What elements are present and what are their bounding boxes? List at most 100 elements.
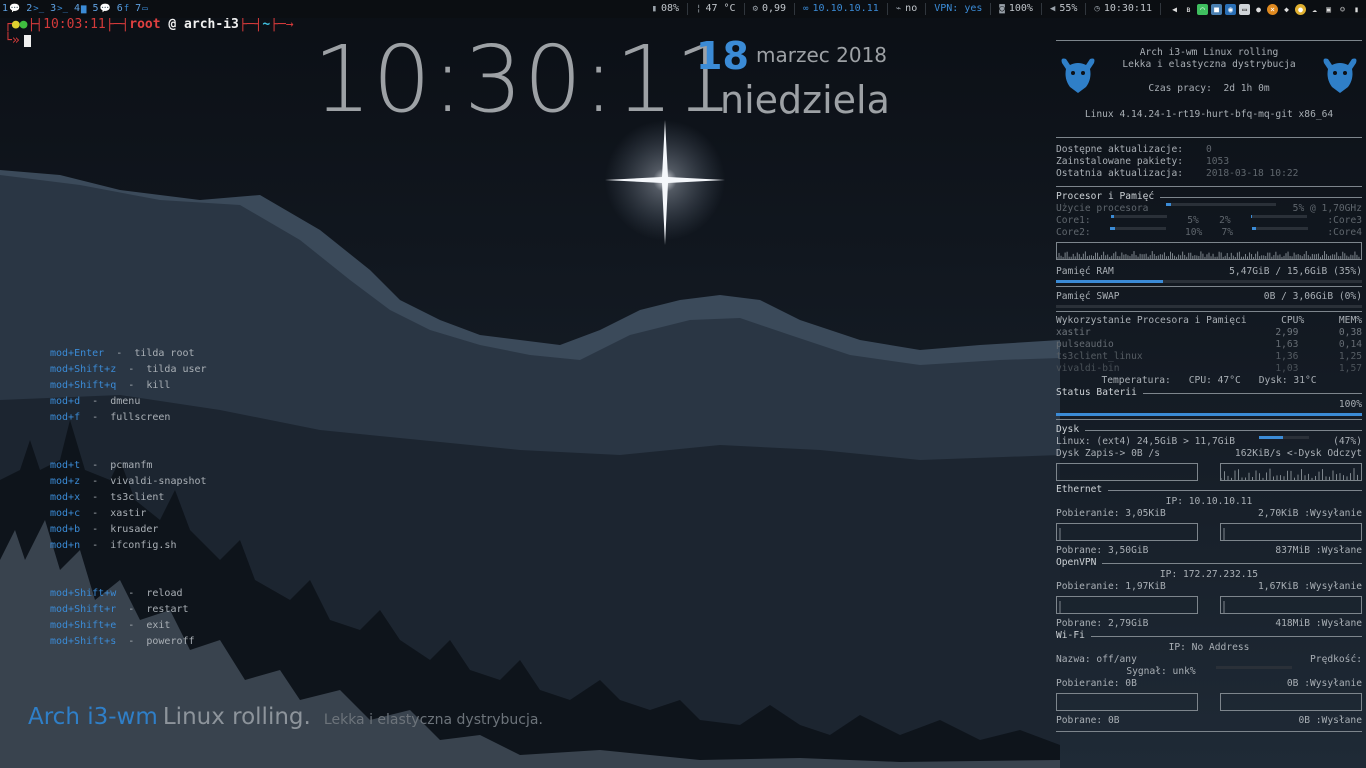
network-tray-icon[interactable]: ▭: [1239, 3, 1250, 15]
update-row: Dostępne aktualizacje: 0: [1056, 144, 1212, 155]
workspace-6[interactable]: 6f: [117, 0, 129, 18]
volume-status[interactable]: ◀ 55%: [1050, 0, 1077, 18]
conky-subtitle: Lekka i elastyczna dystrybucja: [1122, 59, 1296, 70]
divider: [1056, 186, 1362, 187]
workspace-7[interactable]: 7 ▭: [135, 0, 147, 18]
battery-row: 100%: [1338, 399, 1362, 410]
kernel-line: Linux 4.14.24-1-rt19-hurt-bfq-mq-git x86…: [1084, 109, 1334, 120]
prompt-line: ┌●●├┤10:03:11├─┤root @ arch-i3├─┤~├─→: [4, 17, 294, 32]
vpn-total-row: Pobrane: 2,79GiB 418MiB :Wysłane: [1056, 618, 1362, 629]
divider: [1056, 731, 1362, 732]
vpn-up-graph: [1220, 596, 1362, 614]
ip-status: ∞ 10.10.10.11: [803, 0, 879, 18]
teamspeak-tray-icon[interactable]: ◉: [1225, 3, 1236, 15]
lock-tray-icon[interactable]: ▣: [1323, 4, 1334, 15]
disk-read-graph: [1220, 463, 1362, 481]
duck-tray-icon[interactable]: ●: [1295, 3, 1306, 15]
workspace-4[interactable]: 4 ▆: [74, 0, 86, 18]
ram-bar: [1056, 280, 1362, 283]
core-bar: [1252, 227, 1309, 230]
separator: [1085, 3, 1087, 15]
separator: [1160, 3, 1161, 15]
date-weekday: niedziela: [720, 78, 890, 122]
person-tray-icon[interactable]: ☺: [1337, 4, 1348, 15]
wifi-name-row: Nazwa: off/any Prędkość:: [1056, 654, 1362, 665]
updates-section: Dostępne aktualizacje: 0 Zainstalowane pak…: [1056, 144, 1362, 180]
disk-write-graph: [1056, 463, 1198, 481]
date-day: 18: [696, 34, 749, 78]
battery-icon: ▮: [651, 4, 657, 14]
conky-panel: Arch i3-wm Linux rolling Lekka i elastyc…: [1056, 40, 1362, 732]
keybind-row: mod+Shift+z - tilda user: [50, 364, 207, 375]
keybind-group-2: mod+t - pcmanfm mod+z - vivaldi-snapshot m…: [50, 458, 207, 554]
terminal-icon: >_: [57, 4, 68, 14]
wifi-ip: IP: No Address: [1168, 642, 1250, 653]
divider: [1090, 635, 1362, 637]
ethernet-graphs: [1056, 523, 1362, 541]
ethernet-up-graph: [1220, 523, 1362, 541]
cpu-graph: [1056, 242, 1362, 260]
divider: [1056, 419, 1362, 420]
process-header: Wykorzystanie Procesora i Pamięci CPU% ME…: [1056, 315, 1362, 326]
wifi-down-graph: [1056, 693, 1198, 711]
clock-status: ◷ 10:30:11: [1094, 0, 1152, 18]
ghost-tray-icon[interactable]: ◠: [1197, 3, 1208, 15]
bluetooth-tray-icon[interactable]: ʙ: [1183, 4, 1194, 15]
divider: [1056, 286, 1362, 287]
keybind-row: mod+f - fullscreen: [50, 412, 171, 423]
speaker-icon: ◀: [1049, 4, 1056, 14]
wifi-up-graph: [1220, 693, 1362, 711]
separator: [925, 3, 927, 15]
core-bar: [1109, 227, 1166, 230]
gear-icon: ⚙: [752, 4, 758, 14]
location-tray-icon[interactable]: ●: [1253, 4, 1264, 15]
vpn-speed-row: Pobieranie: 1,97KiB 1,67KiB :Wysyłanie: [1056, 581, 1362, 592]
workspace-1[interactable]: 1 💬: [2, 0, 20, 18]
cpu-section-title: Procesor i Pamięć: [1056, 191, 1362, 203]
disk-usage-row: Linux: (ext4) 24,5GiB > 11,7GiB (47%): [1056, 436, 1362, 447]
cpu-usage-bar: [1165, 203, 1276, 206]
chat-tray-icon[interactable]: ☁: [1309, 4, 1320, 15]
terminal-prompt[interactable]: ┌●●├┤10:03:11├─┤root @ arch-i3├─┤~├─→ └»: [4, 18, 294, 48]
workspace-5[interactable]: 5 💬: [92, 0, 110, 18]
updates-tray-icon[interactable]: ◆: [1281, 4, 1292, 15]
separator: [794, 3, 796, 15]
divider: [1085, 429, 1362, 431]
vpn-down-graph: [1056, 596, 1198, 614]
update-row: Ostatnia aktualizacja: 2018-03-18 10:22: [1056, 168, 1299, 179]
battery-tray-icon[interactable]: ▮: [1351, 4, 1362, 15]
green-dot-icon: ●: [19, 17, 28, 32]
keybind-row: mod+n - ifconfig.sh: [50, 540, 177, 551]
disk-io-row: Dysk Zapis-> 0B /s 162KiB/s <-Dysk Odczyt: [1056, 448, 1362, 459]
ethernet-section-title: Ethernet: [1056, 484, 1362, 496]
broken-link-icon: ⌁: [895, 4, 902, 14]
process-list: xastir 2,99 0,38 pulseaudio 1,63 0,14 ts3cli…: [1056, 327, 1362, 375]
wifi-section-title: Wi-Fi: [1056, 630, 1362, 642]
conky-title: Arch i3-wm Linux rolling: [1139, 47, 1279, 58]
vpn-ip: IP: 172.27.232.15: [1159, 569, 1259, 580]
input-line[interactable]: └»: [4, 34, 294, 48]
workspace-3[interactable]: 3 >_: [50, 0, 68, 18]
divider: [1160, 196, 1362, 198]
keybind-row: mod+z - vivaldi-snapshot: [50, 476, 207, 487]
disk-status: ◙ 100%: [999, 0, 1033, 18]
vpn-graphs: [1056, 596, 1362, 614]
date-month-year: marzec 2018: [756, 43, 888, 67]
cores-section: Core1: 5% 2%:Core3 Core2: 10% 7%:Core4: [1056, 215, 1362, 239]
battery-bar: [1056, 413, 1362, 416]
thermometer-icon: ¦: [696, 4, 702, 14]
keybind-row: mod+Shift+r - restart: [50, 604, 189, 615]
yellow-dot-icon: ●: [11, 17, 20, 32]
gnu-logo-icon: [1061, 58, 1095, 93]
app-tray-icon[interactable]: ■: [1211, 3, 1222, 15]
wifi-graphs: [1056, 693, 1362, 711]
process-row: ts3client_linux 1,36 1,25: [1056, 351, 1362, 362]
keybind-group-1: mod+Enter - tilda root mod+Shift+z - tild…: [50, 346, 207, 426]
temperature-status: ¦ 47 °C: [696, 0, 736, 18]
workspace-2[interactable]: 2 >_: [26, 0, 44, 18]
volume-tray-icon[interactable]: ◀: [1169, 4, 1180, 15]
system-tray: ◀ ʙ ◠ ■ ◉ ▭ ● × ◆ ● ☁ ▣ ☺ ▮: [1169, 3, 1362, 15]
battery-section-title: Status Baterii: [1056, 387, 1362, 399]
keybind-group-3: mod+Shift+w - reload mod+Shift+r - restar…: [50, 586, 195, 650]
blocked-tray-icon[interactable]: ×: [1267, 3, 1278, 15]
